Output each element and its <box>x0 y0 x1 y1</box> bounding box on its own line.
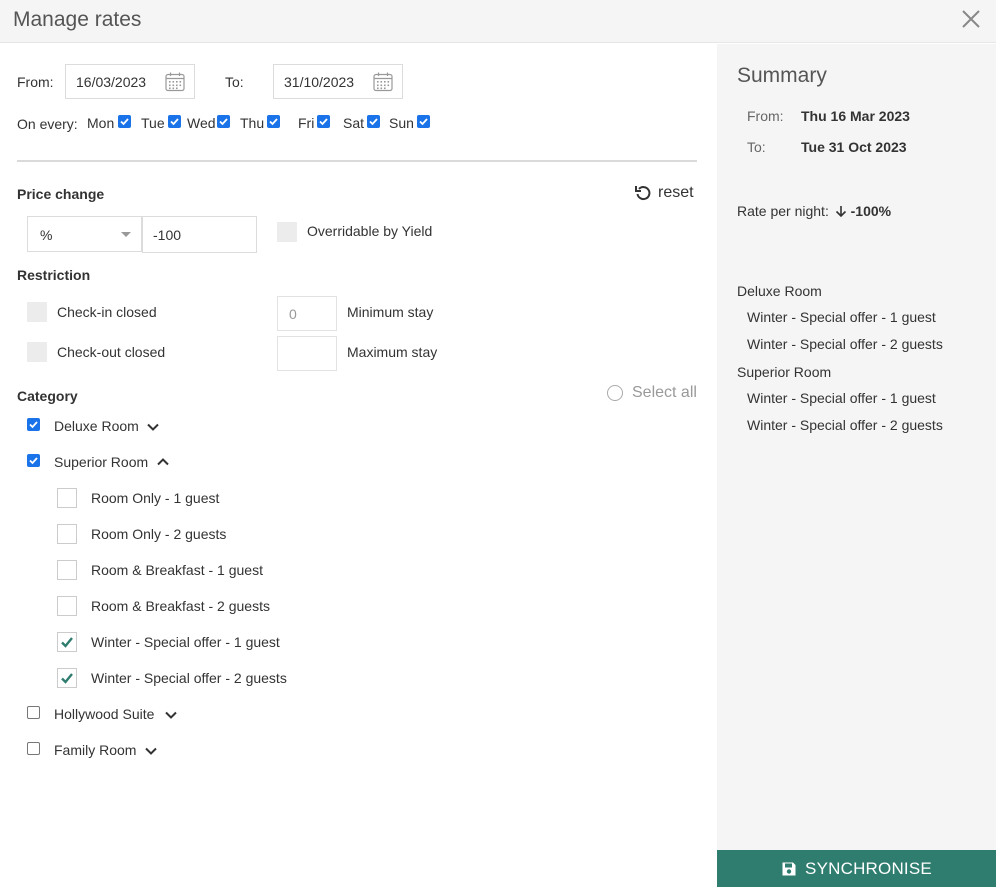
rate-checkbox[interactable] <box>57 668 77 688</box>
caret-down-icon <box>121 232 131 237</box>
summary-category: Deluxe Room <box>737 283 822 299</box>
save-icon <box>782 862 796 875</box>
chevron-down-icon[interactable] <box>144 744 158 758</box>
to-label: To: <box>225 74 244 90</box>
summary-rate-value: -100% <box>850 203 892 219</box>
min-stay-label: Minimum stay <box>347 304 434 320</box>
summary-rate-item: Winter - Special offer - 1 guest <box>747 390 936 406</box>
rate-checkbox[interactable] <box>57 596 77 616</box>
radio-icon <box>607 385 623 401</box>
rate-checkbox[interactable] <box>57 488 77 508</box>
price-value-input[interactable]: -100 <box>142 216 257 253</box>
rate-label: Winter - Special offer - 2 guests <box>91 670 287 686</box>
price-unit-select[interactable]: % <box>27 216 142 252</box>
price-change-heading: Price change <box>17 186 105 202</box>
category-checkbox-hollywood[interactable] <box>27 706 40 719</box>
category-label-family: Family Room <box>54 742 137 758</box>
rate-checkbox[interactable] <box>57 632 77 652</box>
category-checkbox-deluxe[interactable] <box>27 418 40 431</box>
overridable-label: Overridable by Yield <box>307 223 433 239</box>
synchronise-button[interactable]: SYNCHRONISE <box>717 850 996 887</box>
summary-from-value: Thu 16 Mar 2023 <box>801 108 910 124</box>
summary-from-label: From: <box>747 108 784 124</box>
summary-to-value: Tue 31 Oct 2023 <box>801 139 907 155</box>
rate-checkbox[interactable] <box>57 560 77 580</box>
rate-label: Room & Breakfast - 1 guest <box>91 562 263 578</box>
day-label-sat: Sat <box>343 115 365 131</box>
rate-checkbox[interactable] <box>57 524 77 544</box>
to-date-input[interactable]: 31/10/2023 <box>273 64 403 99</box>
chevron-down-icon[interactable] <box>164 708 178 722</box>
undo-icon <box>635 186 651 201</box>
dialog-header: Manage rates <box>0 0 996 43</box>
chevron-up-icon[interactable] <box>156 455 170 469</box>
checkin-closed-label: Check-in closed <box>57 304 157 320</box>
category-label-superior: Superior Room <box>54 454 149 470</box>
from-date-input[interactable]: 16/03/2023 <box>65 64 195 99</box>
day-checkbox-sun[interactable] <box>417 115 430 128</box>
summary-category: Superior Room <box>737 364 832 380</box>
checkin-closed-checkbox[interactable] <box>27 302 47 322</box>
summary-title: Summary <box>737 64 827 87</box>
day-checkbox-wed[interactable] <box>217 115 230 128</box>
dialog-title: Manage rates <box>13 8 142 31</box>
day-label-sun: Sun <box>389 115 414 131</box>
select-all-toggle[interactable]: Select all <box>607 384 697 402</box>
day-label-fri: Fri <box>298 115 315 131</box>
min-stay-value: 0 <box>289 306 297 322</box>
reset-button[interactable]: reset <box>634 184 694 202</box>
max-stay-label: Maximum stay <box>347 344 438 360</box>
day-label-mon: Mon <box>87 115 115 131</box>
day-checkbox-tue[interactable] <box>168 115 181 128</box>
category-heading: Category <box>17 388 78 404</box>
rate-label: Room & Breakfast - 2 guests <box>91 598 270 614</box>
checkout-closed-checkbox[interactable] <box>27 342 47 362</box>
calendar-icon[interactable] <box>372 71 394 93</box>
max-stay-input[interactable] <box>277 336 337 371</box>
day-label-tue: Tue <box>141 115 165 131</box>
synchronise-label: SYNCHRONISE <box>805 858 932 878</box>
on-every-label: On every: <box>17 116 78 132</box>
day-checkbox-thu[interactable] <box>267 115 280 128</box>
section-divider <box>17 160 697 162</box>
price-value: -100 <box>153 227 182 243</box>
to-date-value: 31/10/2023 <box>284 74 355 90</box>
close-icon[interactable] <box>958 6 986 34</box>
category-label-hollywood: Hollywood Suite <box>54 706 155 722</box>
summary-rate-item: Winter - Special offer - 2 guests <box>747 417 943 433</box>
summary-panel: Summary From: Thu 16 Mar 2023 To: Tue 31… <box>717 44 996 887</box>
check-icon <box>61 637 73 648</box>
from-label: From: <box>17 74 54 90</box>
summary-rate-label: Rate per night: <box>737 203 829 219</box>
calendar-icon[interactable] <box>164 71 186 93</box>
summary-rate-item: Winter - Special offer - 1 guest <box>747 309 936 325</box>
reset-label: reset <box>658 184 694 201</box>
select-all-label: Select all <box>632 384 697 401</box>
rate-label: Room Only - 2 guests <box>91 526 227 542</box>
summary-to-label: To: <box>747 139 766 155</box>
from-date-value: 16/03/2023 <box>76 74 147 90</box>
min-stay-input[interactable]: 0 <box>277 296 337 331</box>
rate-label: Room Only - 1 guest <box>91 490 220 506</box>
day-checkbox-sat[interactable] <box>367 115 380 128</box>
day-checkbox-fri[interactable] <box>317 115 330 128</box>
day-label-wed: Wed <box>187 115 216 131</box>
chevron-down-icon[interactable] <box>146 420 160 434</box>
category-label-deluxe: Deluxe Room <box>54 418 139 434</box>
day-checkbox-mon[interactable] <box>118 115 131 128</box>
check-icon <box>61 673 73 684</box>
category-checkbox-superior[interactable] <box>27 454 40 467</box>
summary-rate: Rate per night: -100% <box>737 203 891 219</box>
restriction-heading: Restriction <box>17 267 91 283</box>
arrow-down-icon <box>835 206 846 218</box>
day-label-thu: Thu <box>240 115 265 131</box>
price-unit-value: % <box>40 227 53 243</box>
checkout-closed-label: Check-out closed <box>57 344 166 360</box>
rate-label: Winter - Special offer - 1 guest <box>91 634 280 650</box>
category-checkbox-family[interactable] <box>27 742 40 755</box>
overridable-checkbox[interactable] <box>277 222 297 242</box>
summary-rate-item: Winter - Special offer - 2 guests <box>747 336 943 352</box>
